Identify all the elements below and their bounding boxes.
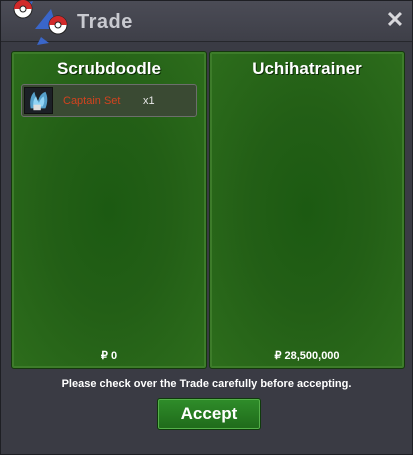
item-quantity: x1 [143, 95, 155, 107]
trader-name-right: Uchihatrainer [252, 59, 362, 78]
window-title: Trade [77, 11, 133, 33]
accept-button[interactable]: Accept [157, 398, 261, 430]
close-icon[interactable]: ✕ [384, 9, 406, 31]
trade-notice: Please check over the Trade carefully be… [61, 378, 352, 390]
trade-window: Trade ✕ Scrubdoodle Captain Set x1 ₽ 0 U… [0, 0, 413, 455]
pokeball-logo-icon [13, 0, 68, 45]
their-offer-panel: Uchihatrainer ₽ 28,500,000 [209, 51, 405, 369]
money-offer-left: ₽ 0 [100, 350, 118, 362]
my-offer-panel: Scrubdoodle Captain Set x1 ₽ 0 [11, 51, 207, 369]
item-name: Captain Set [63, 95, 121, 107]
money-offer-right: ₽ 28,500,000 [274, 350, 340, 362]
trader-name-left: Scrubdoodle [57, 59, 161, 78]
title-bar: Trade ✕ [1, 0, 412, 45]
captain-set-icon [24, 87, 53, 114]
trade-item[interactable]: Captain Set x1 [21, 84, 197, 117]
